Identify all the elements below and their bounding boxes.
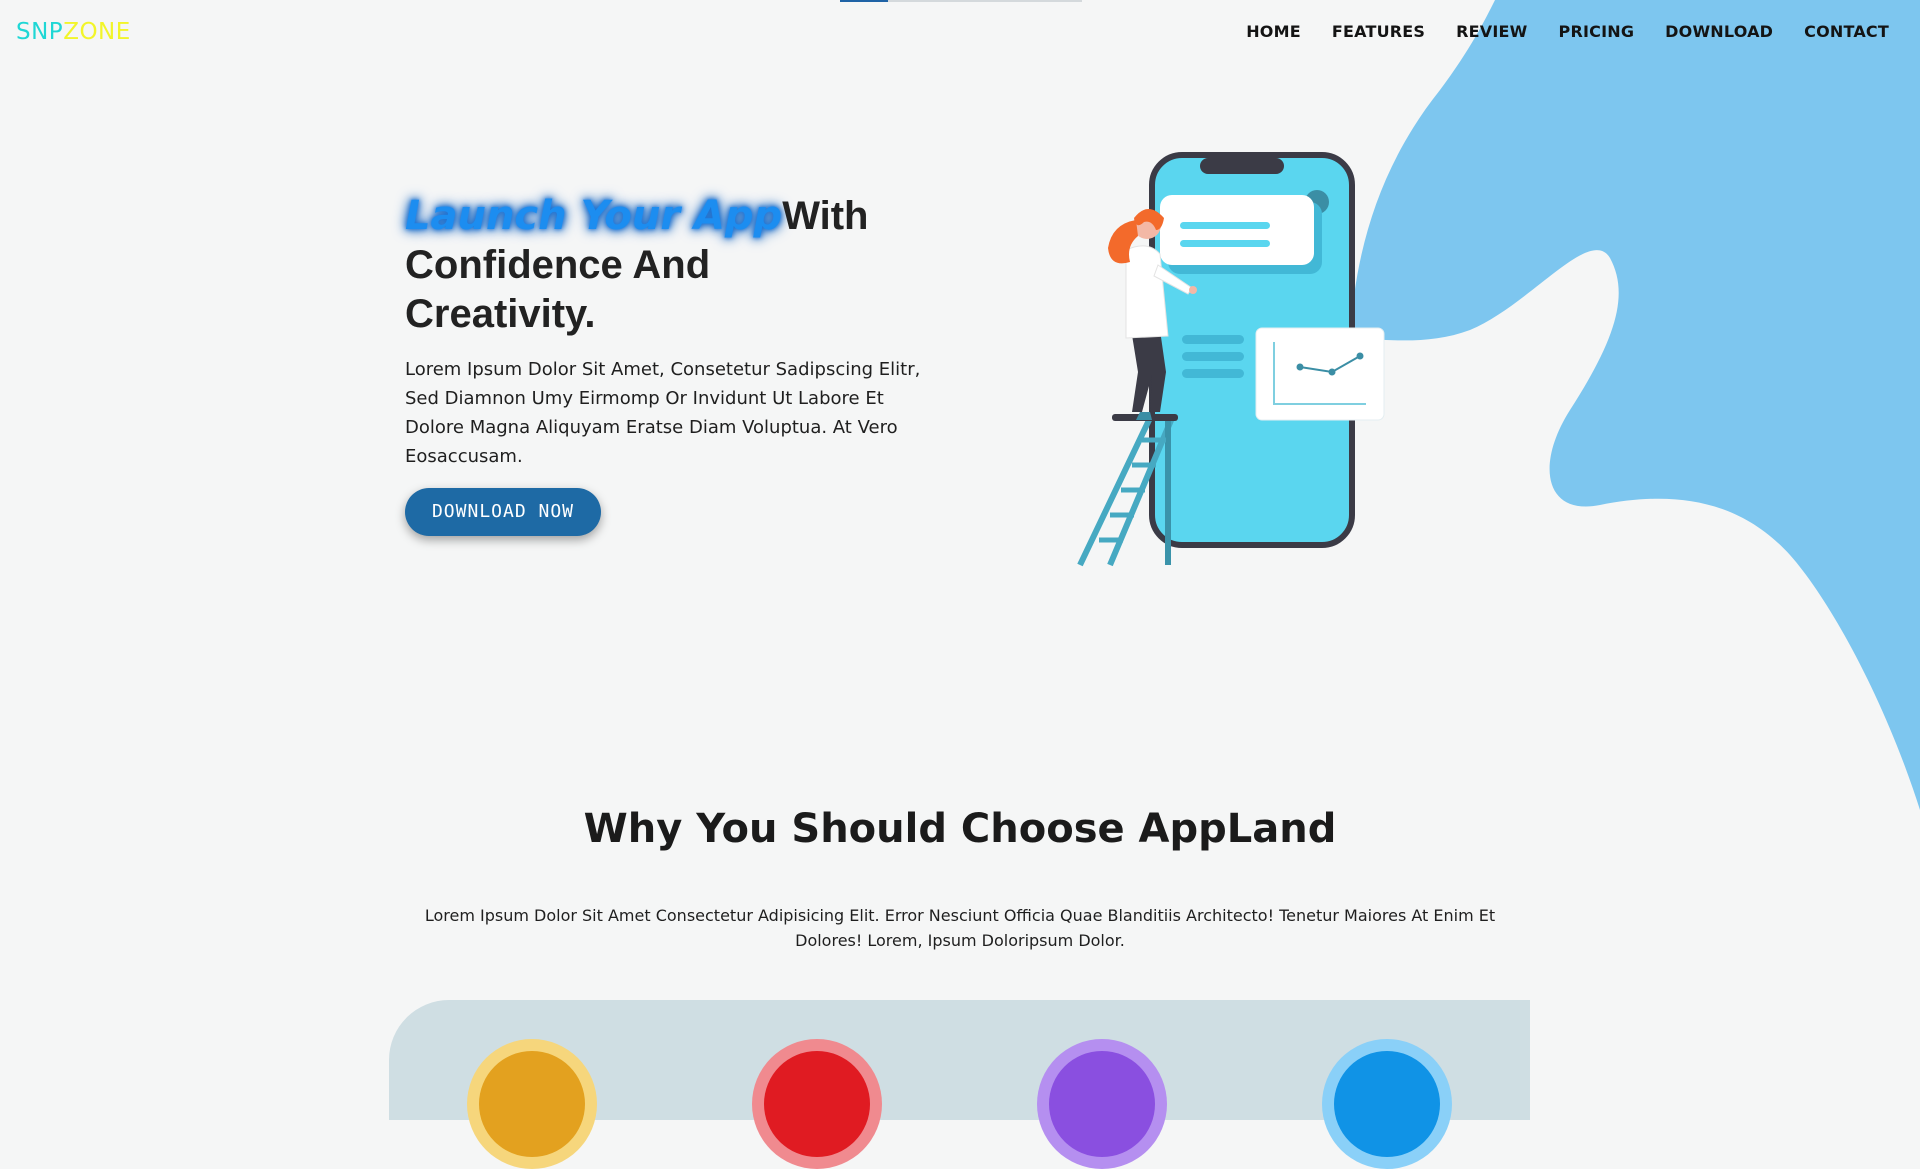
nav-contact[interactable]: CONTACT <box>1804 22 1889 41</box>
scroll-indicator <box>840 0 1082 2</box>
features-title: Why You Should Choose AppLand <box>583 806 1337 852</box>
main-nav: HOME FEATURES REVIEW PRICING DOWNLOAD CO… <box>1246 22 1889 41</box>
brand-logo[interactable]: SNPZONE <box>16 19 131 45</box>
nav-home[interactable]: HOME <box>1246 22 1301 41</box>
nav-review[interactable]: REVIEW <box>1456 22 1527 41</box>
hero-title-line3: Creativity. <box>405 292 596 336</box>
phone-illustration <box>1077 152 1385 567</box>
hero-title: Launch Your AppWith Confidence And Creat… <box>405 192 965 339</box>
hero-description: Lorem Ipsum Dolor Sit Amet, Consetetur S… <box>405 359 921 467</box>
nav-pricing[interactable]: PRICING <box>1559 22 1635 41</box>
brand-logo-part1: SNP <box>16 19 64 45</box>
features-description: Lorem Ipsum Dolor Sit Amet Consectetur A… <box>424 906 1496 950</box>
feature-icon-purple <box>1037 1039 1167 1169</box>
hero-title-line2: Confidence And <box>405 243 711 287</box>
brand-logo-part2: ZONE <box>63 19 131 45</box>
hero-section: Launch Your AppWith Confidence And Creat… <box>405 192 965 536</box>
feature-icon-yellow <box>467 1039 597 1169</box>
nav-download[interactable]: DOWNLOAD <box>1665 22 1773 41</box>
download-now-button[interactable]: DOWNLOAD NOW <box>405 488 601 536</box>
hero-title-word-with: With <box>782 194 869 238</box>
feature-icon-blue <box>1322 1039 1452 1169</box>
feature-icon-red <box>752 1039 882 1169</box>
hero-title-highlight: Launch Your App <box>405 193 783 239</box>
nav-features[interactable]: FEATURES <box>1332 22 1425 41</box>
